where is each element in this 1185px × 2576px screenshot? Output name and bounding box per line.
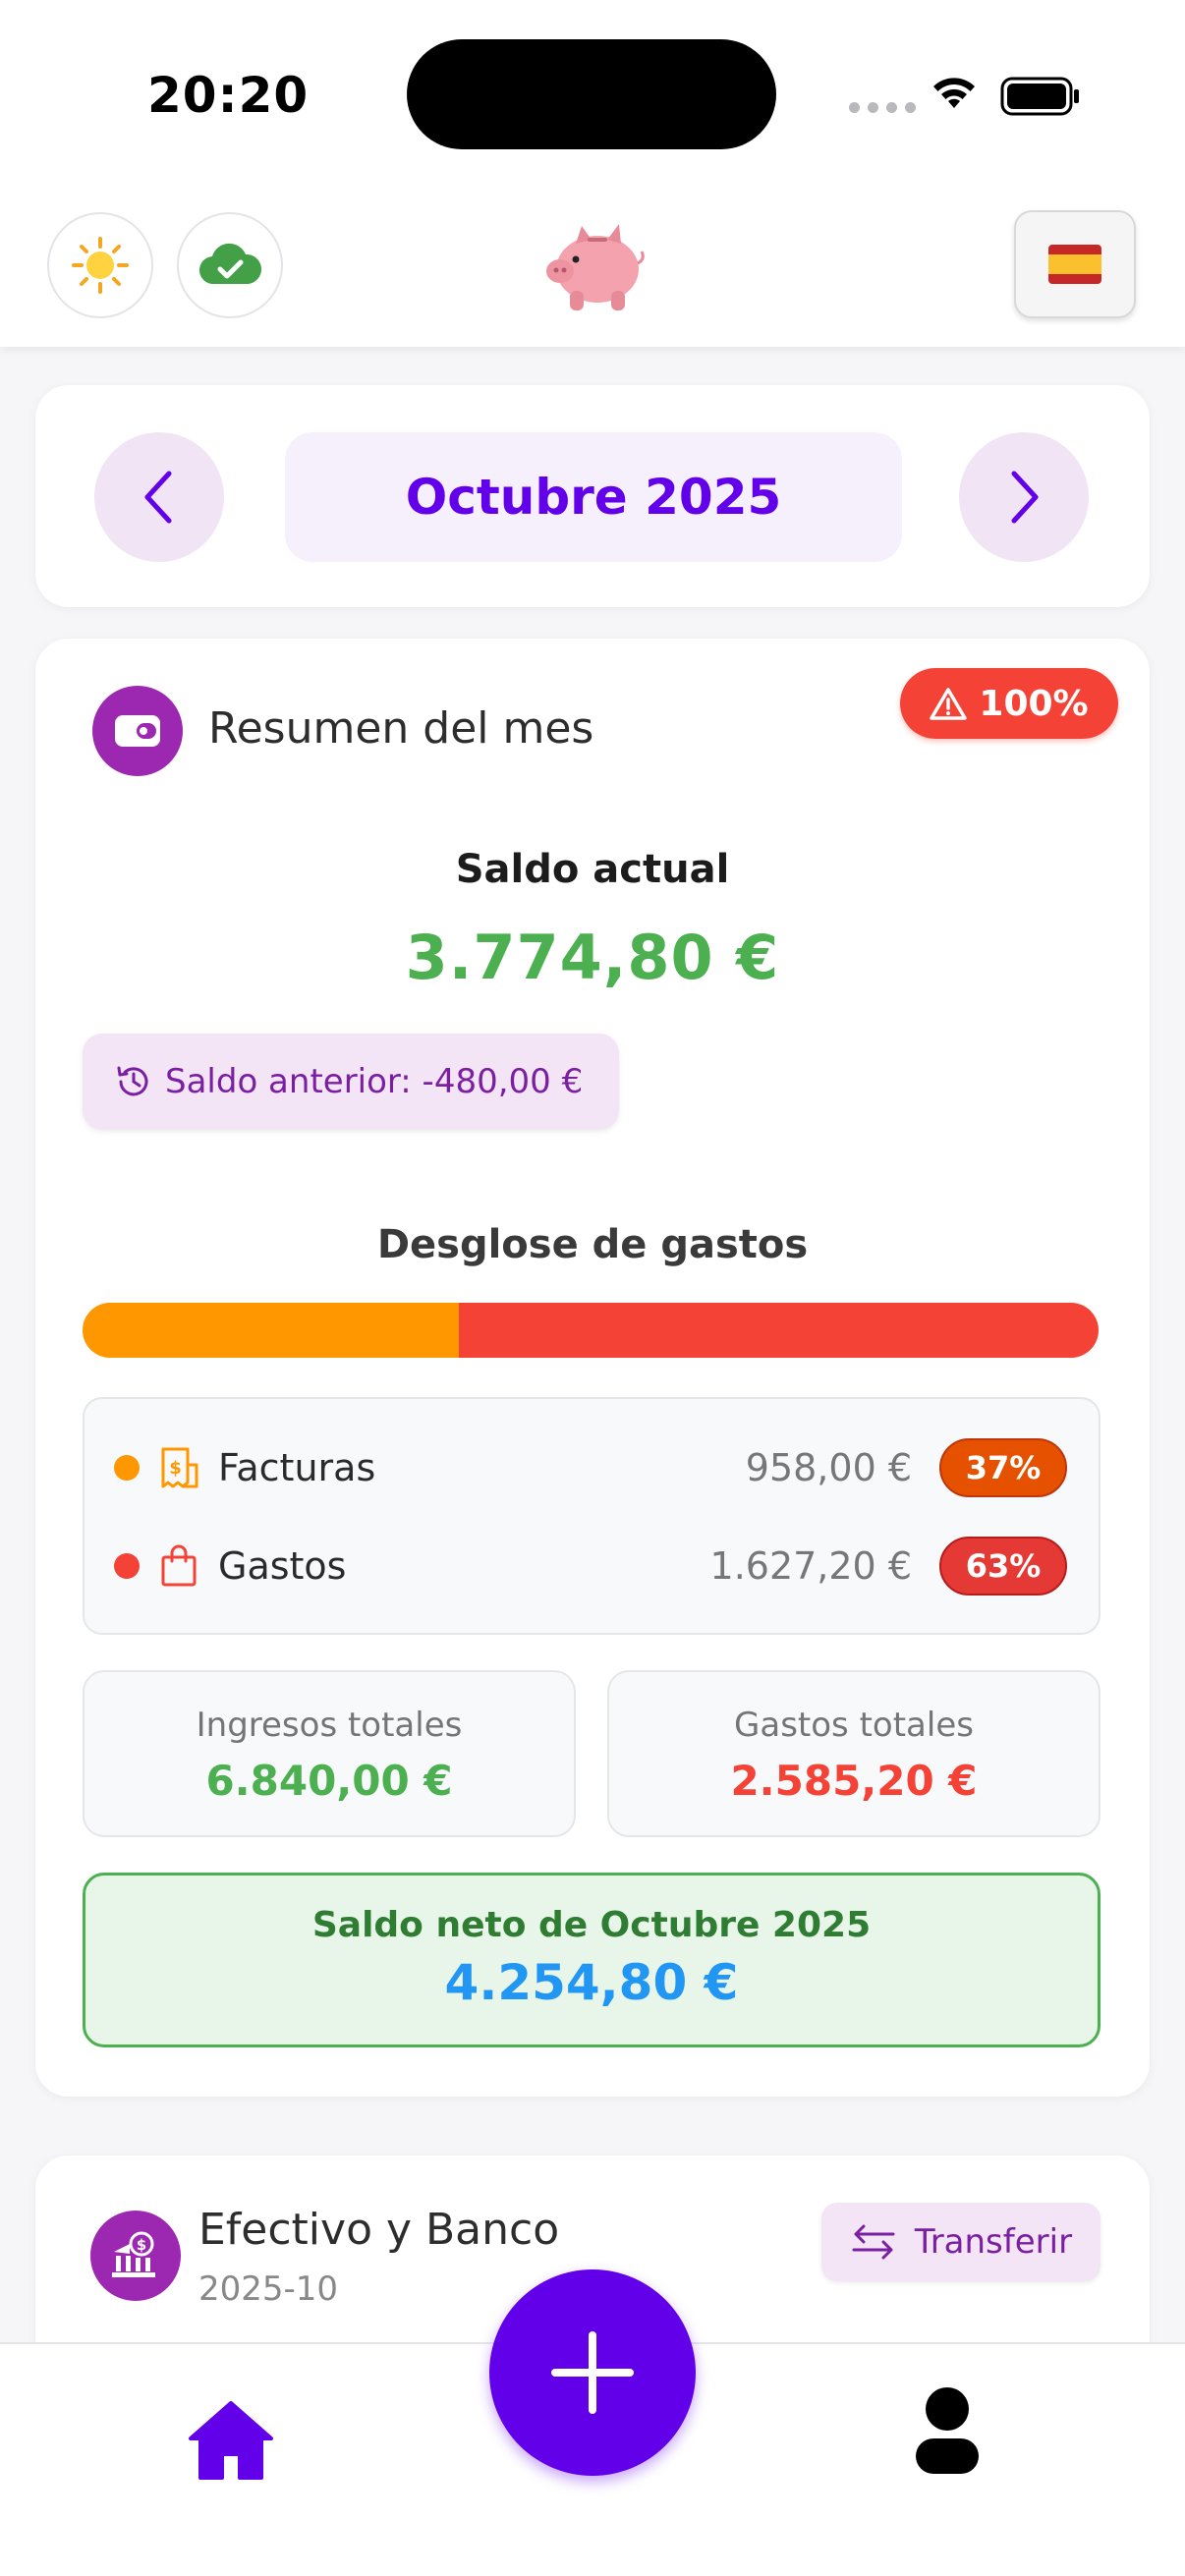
net-balance-value: 4.254,80 €	[444, 1954, 739, 2011]
balance-label: Saldo actual	[455, 847, 730, 892]
total-expenses-label: Gastos totales	[734, 1706, 974, 1745]
previous-balance-pill: Saldo anterior: -480,00 €	[83, 1034, 619, 1130]
home-icon[interactable]	[187, 2399, 275, 2482]
total-expenses-value: 2.585,20 €	[730, 1757, 978, 1805]
legend-amount: 1.627,20 €	[709, 1544, 912, 1588]
next-month-button[interactable]	[959, 432, 1089, 562]
bills-color-dot	[114, 1455, 140, 1481]
current-month-label[interactable]: Octubre 2025	[285, 432, 902, 562]
wifi-icon	[933, 78, 975, 108]
shopping-bag-icon	[161, 1544, 197, 1587]
cash-bank-date: 2025-10	[198, 2269, 339, 2309]
legend-label: Facturas	[218, 1446, 376, 1489]
sync-button[interactable]	[177, 212, 283, 318]
balance-value: 3.774,80 €	[405, 922, 780, 993]
transfer-button[interactable]: Transferir	[821, 2203, 1100, 2281]
legend-row-bills[interactable]: $ Facturas 958,00 € 37%	[85, 1428, 1099, 1507]
language-button[interactable]	[1014, 210, 1136, 318]
summary-title: Resumen del mes	[208, 703, 594, 754]
total-income-box: Ingresos totales 6.840,00 €	[83, 1670, 576, 1837]
dynamic-island	[407, 39, 776, 149]
bank-icon: $	[90, 2211, 181, 2301]
cash-bank-title: Efectivo y Banco	[198, 2205, 560, 2255]
expenses-bar-segment	[458, 1303, 1099, 1358]
add-transaction-button[interactable]	[489, 2269, 696, 2476]
cellular-signal-icon	[849, 102, 916, 113]
previous-month-button[interactable]	[94, 432, 224, 562]
total-expenses-box: Gastos totales 2.585,20 €	[607, 1670, 1100, 1837]
transfer-label: Transferir	[914, 2222, 1073, 2262]
transfer-arrows-icon	[852, 2224, 895, 2260]
net-balance-box: Saldo neto de Octubre 2025 4.254,80 €	[83, 1873, 1100, 2047]
breakdown-title: Desglose de gastos	[376, 1222, 809, 1267]
svg-text:$: $	[169, 1458, 182, 1479]
piggy-bank-icon	[546, 224, 645, 310]
month-selector-card: Octubre 2025	[35, 385, 1150, 607]
total-income-label: Ingresos totales	[196, 1706, 463, 1745]
net-balance-label: Saldo neto de Octubre 2025	[311, 1905, 872, 1945]
previous-balance-text: Saldo anterior: -480,00 €	[165, 1062, 584, 1101]
history-icon	[117, 1066, 148, 1096]
wallet-icon	[92, 686, 183, 776]
breakdown-legend: $ Facturas 958,00 € 37% Gastos 1.627,20 …	[83, 1397, 1100, 1635]
percent-badge: 37%	[939, 1438, 1067, 1497]
expense-breakdown-bar	[83, 1303, 1099, 1358]
expenses-color-dot	[114, 1553, 140, 1579]
battery-icon	[1000, 77, 1079, 116]
alert-badge-text: 100%	[979, 683, 1089, 724]
svg-text:$: $	[137, 2236, 146, 2254]
user-icon[interactable]	[910, 2385, 985, 2476]
total-income-value: 6.840,00 €	[205, 1757, 453, 1805]
bills-bar-segment	[83, 1303, 459, 1358]
legend-row-expenses[interactable]: Gastos 1.627,20 € 63%	[85, 1527, 1099, 1605]
status-time: 20:20	[147, 67, 310, 124]
chevron-left-icon	[144, 471, 172, 524]
legend-amount: 958,00 €	[745, 1446, 912, 1489]
cloud-check-icon	[198, 243, 261, 285]
sun-icon	[72, 237, 129, 294]
budget-alert-badge[interactable]: 100%	[900, 668, 1118, 739]
receipt-icon: $	[161, 1447, 198, 1488]
warning-icon	[930, 688, 968, 720]
monthly-summary-card: Resumen del mes 100% Saldo actual 3.774,…	[35, 639, 1150, 2097]
legend-label: Gastos	[218, 1544, 347, 1588]
plus-icon	[551, 2331, 634, 2414]
percent-badge: 63%	[939, 1537, 1067, 1596]
chevron-right-icon	[1011, 471, 1039, 524]
theme-toggle-button[interactable]	[47, 212, 153, 318]
spain-flag-icon	[1048, 245, 1101, 284]
